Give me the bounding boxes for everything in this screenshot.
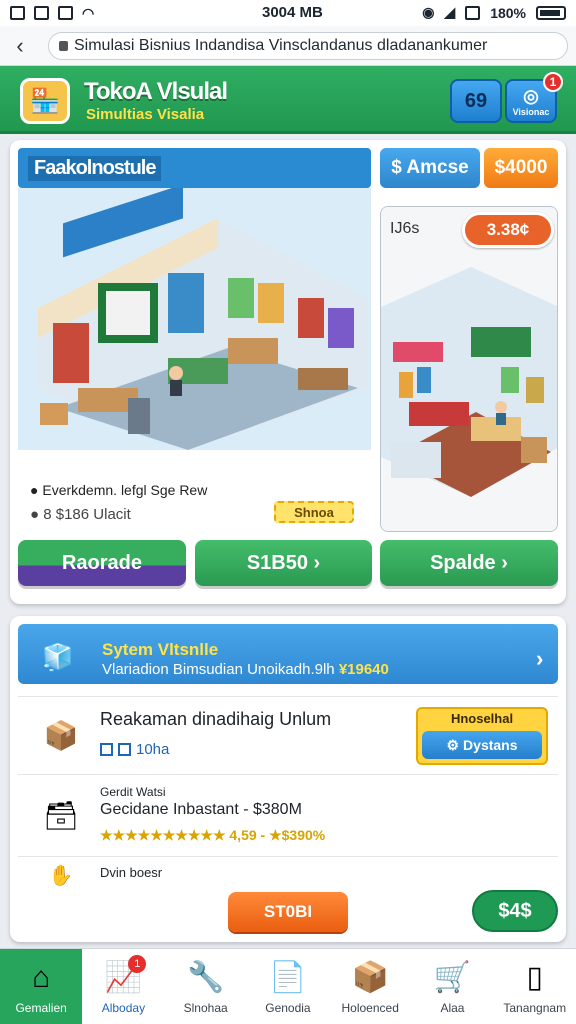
checkbox-icon (100, 743, 113, 756)
upgrade-button[interactable]: Raorade (18, 540, 186, 586)
eye-icon: ◎ (523, 85, 539, 106)
nav-item-label: Holoenced (341, 1001, 399, 1015)
stock-icon: ▯ (526, 961, 543, 994)
systems-button-label: Dystans (463, 737, 518, 753)
browser-bar: ‹ Simulasi Bisnius Indandisa Vinsclandan… (0, 26, 576, 66)
store-isometric-illustration (18, 188, 371, 450)
nav-item-label: Tanangnam (503, 1001, 567, 1015)
preview-price-badge[interactable]: 3.38¢ (462, 212, 554, 248)
nav-item-label: Gemalien (15, 1001, 67, 1015)
nav-item-stock[interactable]: ▯ Tanangnam (494, 949, 576, 1024)
image-icon (10, 6, 25, 20)
store-scene-secondary[interactable] (380, 206, 558, 532)
battery-icon (536, 5, 566, 20)
bullet-icon: ● (30, 482, 39, 498)
list-item-title: Reakaman dinadihaig Unlum (100, 709, 332, 729)
url-text: Simulasi Bisnius Indandisa Vinsclandanus… (74, 37, 488, 54)
app-header: 🏪 TokoA Vlsulal Simultias Visalia 69 ◎ V… (0, 66, 576, 134)
app-subtitle: Simultias Visalia (86, 106, 205, 123)
document-icon: 📄 (269, 961, 307, 994)
signal-icon: ◢ (444, 4, 456, 20)
nav-item-home[interactable]: ⌂ Gemalien (0, 949, 83, 1024)
bottom-navigation: ⌂ Gemalien 📈 1 Alboday 🔧 Slnohaa 📄 Genod… (0, 948, 576, 1024)
store-header: Faakolnostule (18, 148, 371, 188)
status-bar: ◠ 3004 MB ◉ ◢ 180% (0, 0, 576, 26)
back-button[interactable]: ‹ (0, 33, 40, 59)
store-preview-illustration (381, 207, 557, 531)
bullet-icon: ● (30, 506, 40, 523)
nav-item-documents[interactable]: 📄 Genodia (247, 949, 329, 1024)
money-badge[interactable]: $4$ (472, 890, 558, 932)
package-icon: 🗃 (43, 799, 79, 831)
mail-icon (465, 5, 481, 20)
chevron-right-icon[interactable]: › (536, 646, 543, 672)
battery-level: 180% (490, 4, 526, 21)
message-icon (58, 6, 73, 20)
hand-icon: ✋ (48, 864, 74, 887)
system-subtitle-value: ¥19640 (338, 661, 389, 678)
list-item-sub-text: 10ha (136, 741, 170, 758)
purchase-button[interactable]: S1B50 › (195, 540, 372, 586)
store-scene-main[interactable] (18, 188, 371, 450)
wifi-icon: ◠ (82, 4, 95, 21)
store-info-line: ● Everkdemn. lefgl Sge Rew (30, 482, 207, 498)
gear-icon: ⚙ (446, 736, 460, 753)
store-revenue-line: ● 8 $186 Ulacit (30, 506, 131, 523)
system-subtitle-text: Vlariadion Bimsudian Unoikadh.9lh (102, 661, 335, 678)
store-title: Faakolnostule (28, 156, 162, 181)
tools-icon: 🔧 (186, 961, 225, 994)
nav-item-activity[interactable]: 📈 1 Alboday (82, 949, 164, 1024)
nav-item-label: Alaa (440, 1001, 465, 1015)
nav-item-label: Genodia (265, 1001, 311, 1015)
system-action-box: Hnoselhal ⚙ Dystans (416, 707, 548, 765)
nav-item-cart[interactable]: 🛒 Alaa (411, 949, 493, 1024)
vision-button-label: Visionac (512, 106, 550, 117)
store-mini-button[interactable]: Shnoa (274, 501, 354, 523)
cart-icon: 🛒 (433, 961, 472, 994)
nav-item-inventory[interactable]: 📦 Holoenced (329, 949, 411, 1024)
status-time: 3004 MB (262, 4, 323, 21)
systems-button[interactable]: ⚙ Dystans (422, 731, 542, 759)
checkbox-icon (118, 743, 131, 756)
system-subtitle: Vlariadion Bimsudian Unoikadh.9lh ¥19640 (102, 661, 389, 678)
expand-button[interactable]: Spalde › (380, 540, 558, 586)
list-item-sub: Gecidane Inbastant - $380M (100, 801, 302, 818)
system-title: Sytem Vltsnlle (102, 640, 219, 659)
list-item[interactable]: ✋ Dvin boesr (18, 856, 558, 887)
system-header[interactable]: 🧊 Sytem Vltsnlle Vlariadion Bimsudian Un… (18, 624, 558, 684)
stock-button[interactable]: ST0BI (228, 892, 348, 932)
nav-badge: 1 (128, 955, 147, 973)
box-icon: 📦 (351, 961, 389, 994)
rating-stars: ★★★★★★★★★★ 4,59 - ★$390% (100, 827, 326, 843)
alarm-icon: ◉ (422, 4, 435, 20)
amount-pill[interactable]: $ Amcse (380, 148, 480, 188)
list-item-title: Dvin boesr (100, 865, 163, 880)
nav-item-label: Alboday (101, 1001, 146, 1015)
list-item-sub: 10ha (100, 741, 169, 758)
store-logo-icon: 🏪 (20, 78, 70, 124)
address-bar[interactable]: Simulasi Bisnius Indandisa Vinsclandanus… (48, 32, 568, 60)
list-item[interactable]: 🗃 Gerdit Watsi Gecidane Inbastant - $380… (18, 774, 558, 856)
stats-button-label: 69 (464, 89, 488, 112)
box-icon: 📦 (43, 719, 79, 751)
stats-button[interactable]: 69 (450, 79, 502, 123)
notification-badge: 1 (543, 72, 563, 92)
list-item[interactable]: 📦 Reakaman dinadihaig Unlum 10ha Hnoselh… (18, 696, 558, 774)
list-item-title: Gerdit Watsi (100, 785, 166, 799)
store-card: Faakolnostule $ Amcse $4000 IJ6s 3.38¢ ●… (10, 140, 566, 604)
nav-item-tools[interactable]: 🔧 Slnohaa (165, 949, 247, 1024)
vision-button[interactable]: ◎ Visionac 1 (505, 72, 563, 123)
lock-icon (59, 41, 68, 51)
app-title: TokoA Vlsulal (84, 78, 228, 105)
system-cube-icon: 🧊 (41, 641, 75, 672)
system-action-label: Hnoselhal (450, 711, 514, 726)
notification-icon (34, 6, 49, 20)
store-revenue-text: 8 $186 Ulacit (43, 506, 131, 523)
store-info-text: Everkdemn. lefgl Sge Rew (42, 482, 208, 498)
nav-item-label: Slnohaa (183, 1001, 228, 1015)
preview-label: IJ6s (390, 220, 420, 237)
balance-pill[interactable]: $4000 (484, 148, 558, 188)
home-icon: ⌂ (32, 961, 51, 994)
